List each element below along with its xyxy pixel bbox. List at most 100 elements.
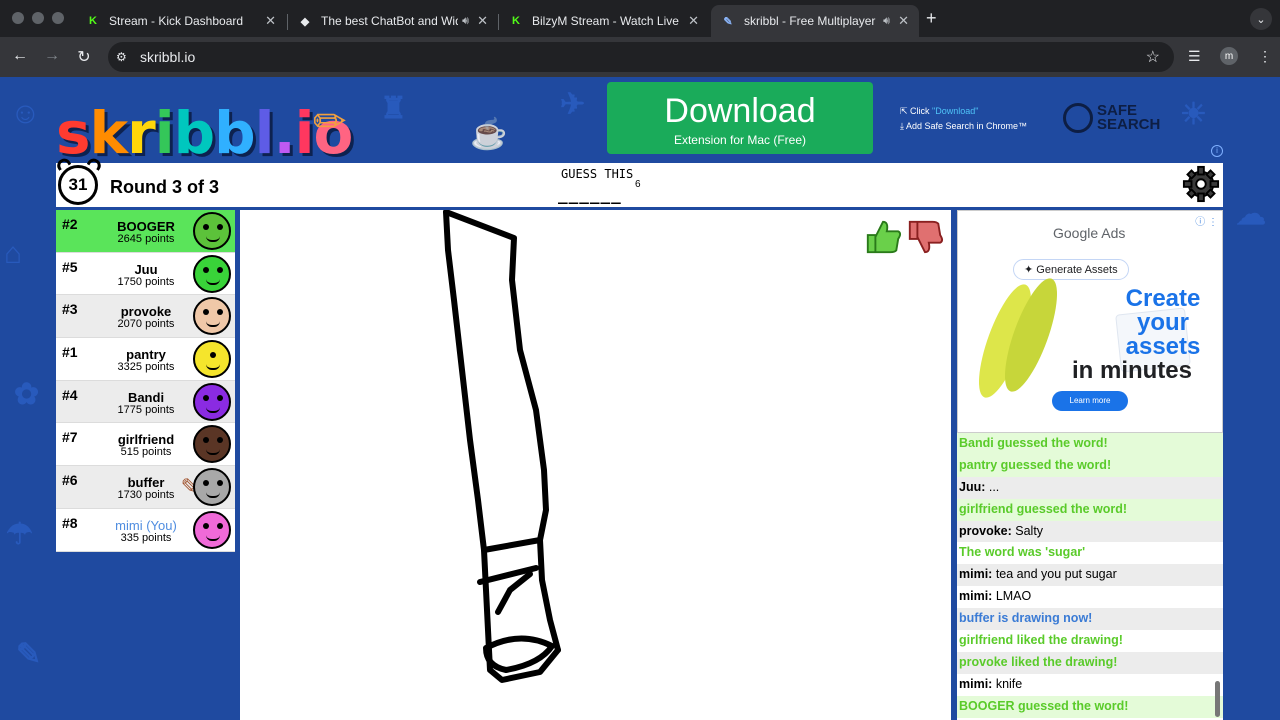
tab-title: BilzyM Stream - Watch Live o [532,14,681,28]
settings-gear-icon[interactable] [1182,165,1220,203]
ad-choices-icon[interactable]: ⓘ ⋮ [1195,213,1218,228]
chat-message: girlfriend liked the drawing! [959,633,1123,648]
player-name: Bandi [127,389,165,405]
guess-this-label: GUESS THIS [561,167,634,181]
player-card-self[interactable]: #8 mimi (You) 335 points [56,508,235,552]
extension-instructions: ⇱ Click "Download" ⤓ Add Safe Search in … [900,104,1027,134]
close-tab-icon[interactable]: ✕ [265,13,276,29]
close-tab-icon[interactable]: ✕ [898,13,909,29]
learn-more-button[interactable]: Learn more [1052,391,1128,411]
chat-message: buffer is drawing now! [957,608,1223,631]
player-points: 1775 points [117,403,175,416]
forward-arrow-icon[interactable]: → [42,47,62,65]
avatar [193,297,231,336]
player-rank: #8 [62,514,78,531]
player-points: 335 points [120,531,172,544]
chat-log: Bandi guessed the word! pantry guessed t… [957,433,1223,720]
player-points: 2070 points [117,318,175,331]
reading-list-icon[interactable]: ☰ [1188,48,1201,65]
timer-clock-icon: 31 [54,156,104,209]
bookmark-star-icon[interactable]: ☆ [1146,47,1160,67]
player-points: 1750 points [117,275,175,288]
chat-message: provoke: Salty [957,520,1223,543]
chat-text: tea and you put sugar [992,567,1117,582]
chat-message: mimi: knife [957,674,1223,696]
tab-skribbl[interactable]: ✎ skribbl - Free Multiplayer 🔊︎ ✕ [711,5,919,37]
skribbl-pencil-icon: ✎ [723,15,733,28]
download-subtitle: Extension for Mac (Free) [673,133,807,147]
avatar [193,340,231,379]
chat-text: knife [992,676,1023,691]
speaker-icon[interactable]: 🔊︎ [883,15,890,28]
thumbs-down-icon[interactable] [906,218,944,256]
player-card[interactable]: #2 BOOGER 2645 points [56,210,235,253]
tab-title: Stream - Kick Dashboard [109,14,244,28]
minimize-window-button[interactable] [32,12,44,24]
player-rank: #7 [62,429,78,446]
google-ads-banner[interactable]: ⓘ ⋮ Google Ads ✦ Generate Assets Create … [957,210,1223,433]
download-extension-button[interactable]: Download Extension for Mac (Free) [607,82,873,154]
doodle-icon: ♜ [380,92,407,125]
chat-message: mimi: LMAO [957,586,1223,608]
chat-author: provoke: [959,523,1012,538]
chat-author: mimi: [959,676,993,691]
ad-headline-line: your [1136,309,1189,336]
chat-message: girlfriend guessed the word! [957,498,1223,521]
safe-search-logo[interactable]: SAFE SEARCH [1063,103,1160,133]
close-window-button[interactable] [12,12,24,24]
profile-avatar[interactable]: m [1220,47,1238,65]
doodle-icon: ☀ [1180,98,1207,131]
player-name: girlfriend [117,432,175,448]
avatar [193,510,231,549]
tab-bilzym-stream[interactable]: K BilzyM Stream - Watch Live o ✕ [499,5,709,37]
ad-info-icon[interactable]: i [1211,145,1223,157]
timer-value: 31 [58,165,98,205]
click-text: Click [910,106,933,116]
chat-scrollbar[interactable] [1215,681,1220,717]
thumbs-up-icon[interactable] [864,218,902,256]
close-tab-icon[interactable]: ✕ [477,13,488,29]
reload-icon[interactable]: ↻ [74,47,94,67]
browser-menu-icon[interactable]: ⋮ [1258,48,1272,65]
tab-kick-dashboard[interactable]: K Stream - Kick Dashboard ✕ [76,5,286,37]
game-header-bar: 31 Round 3 of 3 GUESS THIS ______ 6 [54,156,1223,207]
chat-message: Juu: ... [957,476,1223,499]
avatar [193,254,231,293]
cursor-icon: ⇱ [900,106,911,116]
player-card[interactable]: #6 buffer 1730 points ✎ [56,466,235,509]
magnifier-icon [1063,103,1093,133]
new-tab-plus-icon[interactable]: + [926,8,937,29]
doodle-icon: ☕ [470,118,508,151]
doodle-icon: ☂ [6,518,33,551]
doodle-icon: ☁ [1236,198,1266,231]
address-bar[interactable]: ⚙︎ skribbl.io ☆ [108,42,1174,72]
close-tab-icon[interactable]: ✕ [688,13,699,29]
url-text: skribbl.io [140,49,196,65]
speaker-icon[interactable]: 🔊︎ [462,15,469,28]
player-card[interactable]: #7 girlfriend 515 points [56,423,235,467]
browser-toolbar: ← → ↻ ⚙︎ skribbl.io ☆ ☰ m ⋮ [0,37,1280,77]
skribbl-logo[interactable]: skribbl.io [56,99,353,167]
site-settings-icon[interactable]: ⚙︎ [116,50,127,64]
doodle-icon: ✈ [560,88,586,121]
tab-search-chevron-icon[interactable]: ⌄ [1250,8,1272,30]
download-highlight: "Download" [932,106,979,116]
avatar [193,468,231,507]
player-card[interactable]: #5 Juu 1750 points [56,252,235,296]
chat-message: Bandi guessed the word! [957,433,1223,455]
player-card[interactable]: #4 Bandi 1775 points [56,380,235,424]
chat-message: provoke liked the drawing! [957,651,1223,674]
add-safe-search-text: Add Safe Search in Chrome™ [905,121,1028,131]
kick-icon: K [512,15,520,27]
player-name: mimi (You) [115,517,177,533]
back-arrow-icon[interactable]: ← [10,47,30,65]
tab-chatbot[interactable]: ◆ The best ChatBot and Wid 🔊︎ ✕ [288,5,498,37]
player-name: BOOGER [117,219,175,234]
doodle-icon: ⌂ [4,237,23,270]
round-indicator: Round 3 of 3 [110,177,219,197]
maximize-window-button[interactable] [52,12,64,24]
drawing-canvas[interactable] [240,210,951,720]
player-card[interactable]: #1 pantry 3325 points [56,338,235,381]
player-card[interactable]: #3 provoke 2070 points [56,295,235,339]
doodle-icon: ✎ [16,638,42,671]
